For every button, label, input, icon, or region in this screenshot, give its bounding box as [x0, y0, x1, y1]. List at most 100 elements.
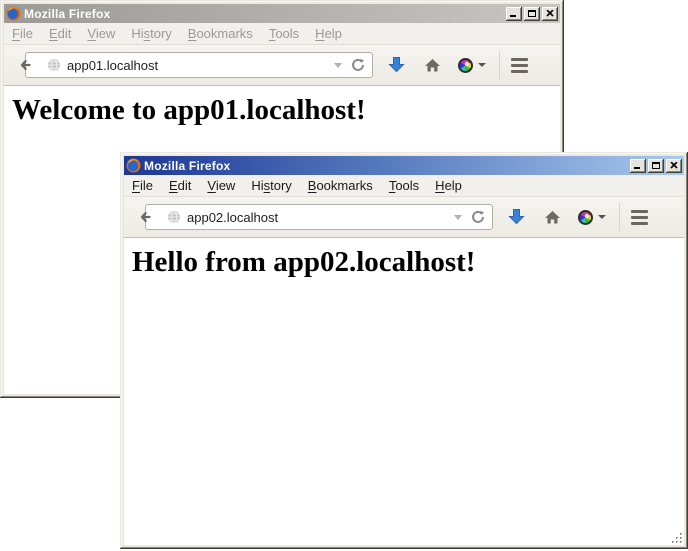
addon-button[interactable]: [578, 210, 606, 225]
menu-label: iew: [216, 178, 236, 193]
menu-bookmarks[interactable]: Bookmarks: [300, 175, 381, 196]
download-button[interactable]: [388, 56, 405, 74]
menu-label: ools: [275, 26, 299, 41]
menu-bar: File Edit View History Bookmarks Tools H…: [124, 175, 684, 197]
url-input[interactable]: [181, 210, 454, 225]
color-wheel-icon: [578, 210, 593, 225]
back-button[interactable]: [10, 50, 40, 80]
menu-mnemonic: V: [207, 178, 215, 193]
menu-label: ile: [20, 26, 33, 41]
menu-view[interactable]: View: [79, 23, 123, 44]
back-button[interactable]: [130, 202, 160, 232]
firefox-logo-icon: [6, 6, 21, 21]
menu-mnemonic: E: [49, 26, 58, 41]
maximize-button[interactable]: [648, 159, 664, 173]
menu-mnemonic: H: [435, 178, 444, 193]
navigation-toolbar: [4, 45, 560, 86]
menu-bookmarks[interactable]: Bookmarks: [180, 23, 261, 44]
minimize-button[interactable]: [506, 7, 522, 21]
toolbar-separator: [619, 203, 620, 231]
close-button[interactable]: [542, 7, 558, 21]
firefox-logo-icon: [126, 158, 141, 173]
menu-label: ookmarks: [196, 26, 252, 41]
back-arrow-icon: [17, 57, 33, 73]
reload-button[interactable]: [471, 210, 485, 224]
page-heading: Welcome to app01.localhost!: [12, 94, 560, 127]
menu-mnemonic: F: [12, 26, 20, 41]
titlebar[interactable]: Mozilla Firefox: [4, 4, 560, 23]
minimize-button[interactable]: [630, 159, 646, 173]
menu-file[interactable]: File: [4, 23, 41, 44]
maximize-icon: [652, 162, 660, 169]
menu-history[interactable]: History: [123, 23, 179, 44]
menu-history[interactable]: History: [243, 175, 299, 196]
menu-bar: File Edit View History Bookmarks Tools H…: [4, 23, 560, 45]
menu-label: elp: [325, 26, 342, 41]
url-input[interactable]: [61, 58, 334, 73]
close-icon: [670, 162, 678, 169]
menu-label: dit: [58, 26, 72, 41]
menu-help[interactable]: Help: [307, 23, 350, 44]
app-menu-button[interactable]: [511, 58, 528, 73]
menu-file[interactable]: File: [124, 175, 161, 196]
chevron-down-icon[interactable]: [454, 215, 462, 220]
menu-label: ools: [395, 178, 419, 193]
window-title: Mozilla Firefox: [21, 7, 506, 21]
menu-tools[interactable]: Tools: [381, 175, 427, 196]
menu-label: ookmarks: [316, 178, 372, 193]
download-arrow-icon: [508, 208, 525, 226]
firefox-window-app02: Mozilla Firefox File Edit View History B…: [120, 152, 688, 549]
menu-label: dit: [178, 178, 192, 193]
chevron-down-icon: [478, 63, 486, 67]
menu-mnemonic: V: [87, 26, 95, 41]
resize-grip-icon[interactable]: [671, 532, 684, 545]
hamburger-menu-icon: [511, 58, 528, 61]
globe-icon: [47, 58, 61, 72]
toolbar-separator: [499, 51, 500, 79]
menu-label: elp: [445, 178, 462, 193]
download-arrow-icon: [388, 56, 405, 74]
window-title: Mozilla Firefox: [141, 159, 630, 173]
menu-edit[interactable]: Edit: [41, 23, 79, 44]
menu-edit[interactable]: Edit: [161, 175, 199, 196]
minimize-icon: [510, 10, 518, 17]
window-controls: [630, 159, 682, 173]
maximize-button[interactable]: [524, 7, 540, 21]
close-icon: [546, 10, 554, 17]
menu-label: tory: [150, 26, 172, 41]
menu-label: tory: [270, 178, 292, 193]
reload-button[interactable]: [351, 58, 365, 72]
home-icon: [424, 57, 441, 73]
maximize-icon: [528, 10, 536, 17]
close-button[interactable]: [666, 159, 682, 173]
menu-view[interactable]: View: [199, 175, 243, 196]
app-menu-button[interactable]: [631, 210, 648, 225]
reload-icon: [471, 210, 485, 224]
home-button[interactable]: [424, 57, 441, 73]
menu-mnemonic: F: [132, 178, 140, 193]
hamburger-menu-icon: [631, 210, 648, 213]
home-icon: [544, 209, 561, 225]
menu-label: Hi: [251, 178, 263, 193]
menu-label: ile: [140, 178, 153, 193]
page-content: Hello from app02.localhost!: [124, 238, 684, 545]
download-button[interactable]: [508, 208, 525, 226]
chevron-down-icon[interactable]: [334, 63, 342, 68]
minimize-icon: [634, 162, 642, 169]
home-button[interactable]: [544, 209, 561, 225]
menu-label: Hi: [131, 26, 143, 41]
menu-mnemonic: H: [315, 26, 324, 41]
navigation-toolbar: [124, 197, 684, 238]
color-wheel-icon: [458, 58, 473, 73]
titlebar[interactable]: Mozilla Firefox: [124, 156, 684, 175]
url-bar[interactable]: [25, 52, 373, 78]
chevron-down-icon: [598, 215, 606, 219]
reload-icon: [351, 58, 365, 72]
menu-tools[interactable]: Tools: [261, 23, 307, 44]
window-controls: [506, 7, 558, 21]
globe-icon: [167, 210, 181, 224]
addon-button[interactable]: [458, 58, 486, 73]
url-bar[interactable]: [145, 204, 493, 230]
back-arrow-icon: [137, 209, 153, 225]
menu-help[interactable]: Help: [427, 175, 470, 196]
